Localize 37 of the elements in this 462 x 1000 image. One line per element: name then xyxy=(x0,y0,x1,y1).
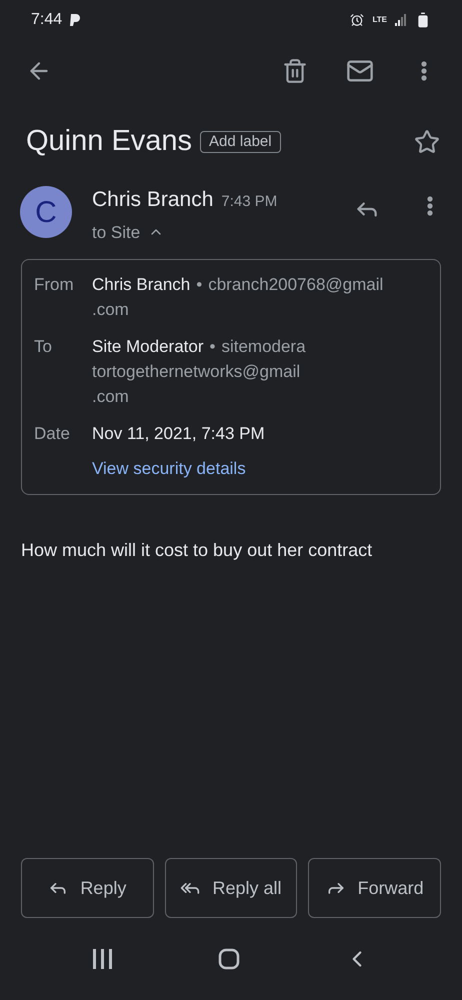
contact-name: Chris Branch xyxy=(92,274,190,296)
contact-name: Site Moderator xyxy=(92,336,204,358)
detail-label: Date xyxy=(34,423,71,445)
security-details-link[interactable]: View security details xyxy=(92,456,428,482)
email-address-line: .com xyxy=(92,386,130,408)
email-address-line: sitemodera xyxy=(221,336,306,358)
detail-label: From xyxy=(34,274,75,296)
more-vertical-icon xyxy=(427,196,433,216)
alarm-icon xyxy=(350,13,364,27)
recent-apps-icon xyxy=(92,949,114,969)
signal-icon xyxy=(395,14,407,26)
sender-avatar: C xyxy=(20,186,72,238)
detail-label: To xyxy=(34,336,53,358)
payment-app-icon xyxy=(70,14,80,26)
separator-dot: • xyxy=(210,336,216,358)
add-label-button[interactable]: Add label xyxy=(200,131,281,153)
home-button[interactable] xyxy=(218,948,240,970)
home-icon xyxy=(218,948,240,970)
message-time: 7:43 PM xyxy=(221,192,278,212)
more-vertical-icon xyxy=(421,61,427,81)
email-address-line: cbranch200768@gmail xyxy=(208,274,384,296)
network-type: LTE xyxy=(372,16,387,24)
action-button[interactable]: Reply xyxy=(21,858,154,918)
status-time: 7:44 xyxy=(31,10,62,30)
sender-name: Chris Branch xyxy=(92,187,214,213)
email-subject: Quinn Evans xyxy=(26,124,192,160)
message-body: How much will it cost to buy out her contract xyxy=(20,538,374,562)
recipients-toggle[interactable]: to Site xyxy=(92,220,164,245)
email-address-line: .com xyxy=(92,299,130,321)
recent-apps-button[interactable] xyxy=(92,949,114,969)
action-button[interactable]: Forward xyxy=(308,858,442,918)
separator-dot: • xyxy=(196,274,202,296)
email-address-line: tortogethernetworks@gmail xyxy=(92,361,302,383)
star-icon xyxy=(414,129,440,155)
action-button[interactable]: Reply all xyxy=(164,858,298,918)
detail-value: Nov 11, 2021, 7:43 PM xyxy=(92,423,265,445)
trash-icon xyxy=(282,58,308,84)
